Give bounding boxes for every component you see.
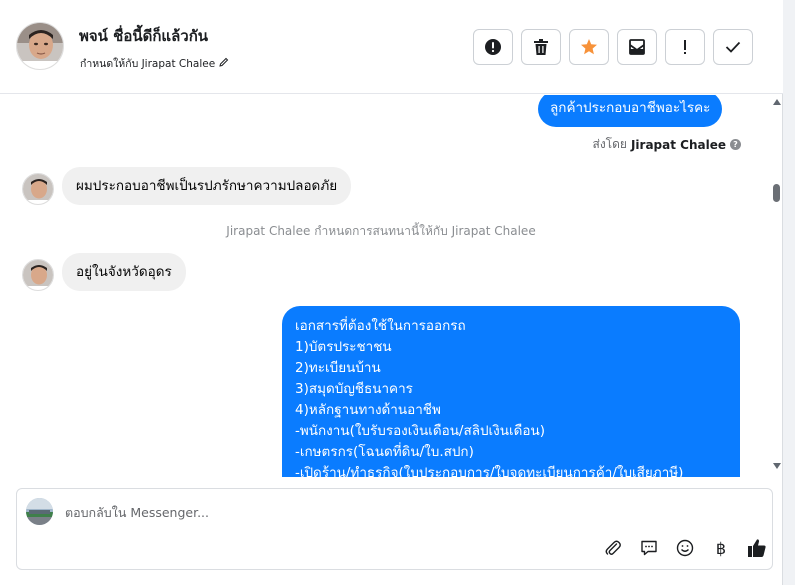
help-icon[interactable]: ? [730,139,741,150]
exclamation-circle-icon [484,38,502,56]
page-avatar [26,498,53,525]
reply-composer: ฿ [16,488,773,570]
sent-by-name: Jirapat Chalee [630,137,726,152]
message-line: -พนักงาน(ใบรับรองเงินเดือน/สลิปเงินเดือน… [295,423,545,439]
conversation-panel: พจน์ ชื่อนี้ดีก็แล้วกัน กำหนดให้กับ Jira… [0,0,783,585]
spam-button[interactable] [473,29,513,65]
saved-reply-icon[interactable] [631,535,667,561]
incoming-message[interactable]: อยู่ในจังหวัดอุดร [62,253,186,291]
contact-name[interactable]: พจน์ ชื่อนี้ดีก็แล้วกัน [79,24,208,48]
payment-icon[interactable]: ฿ [703,535,739,561]
paperclip-icon[interactable] [595,535,631,561]
scroll-up-arrow-icon[interactable] [773,99,781,105]
thumbs-up-icon[interactable] [739,535,775,561]
message-line: -เกษตรกร(โฉนดที่ดิน/ใบ.สปก) [295,444,474,460]
contact-avatar-small [22,259,54,291]
reply-input[interactable] [65,505,565,520]
delete-button[interactable] [521,29,561,65]
follow-up-button[interactable] [665,29,705,65]
message-line: 4)หลักฐานทางด้านอาชีพ [295,402,441,418]
star-icon [580,38,598,56]
assigned-to-text: กำหนดให้กับ Jirapat Chalee [80,58,216,70]
message-line: -เปิดร้าน/ทำธุรกิจ(ใบประกอบการ/ใบจดทะเบี… [295,465,684,477]
pencil-icon[interactable] [219,57,229,70]
incoming-message[interactable]: ผมประกอบอาชีพเป็นรปภรักษาความปลอดภัย [62,167,352,205]
exclamation-icon [682,39,688,55]
sent-by-label: ส่งโดย Jirapat Chalee ? [592,135,741,154]
message-thread[interactable]: ลูกค้าประกอบอาชีพอะไรคะ ส่งโดย Jirapat C… [0,95,769,477]
system-notice: Jirapat Chalee กำหนดการสนทนานี้ให้กับ Ji… [226,224,536,238]
message-line: 2)ทะเบียนบ้าน [295,360,381,376]
sent-by-prefix: ส่งโดย [592,137,627,151]
contact-avatar-small [22,173,54,205]
emoji-icon[interactable] [667,535,703,561]
message-line: เอกสารที่ต้องใช้ในการออกรถ [295,318,466,334]
thread-scrollbar[interactable] [770,95,783,477]
contact-avatar[interactable] [16,22,64,70]
assignment-label[interactable]: กำหนดให้กับ Jirapat Chalee [80,55,229,72]
outgoing-message-documents[interactable]: เอกสารที่ต้องใช้ในการออกรถ 1)บัตรประชาชน… [282,306,740,477]
checkmark-icon [725,40,741,54]
archive-button[interactable] [617,29,657,65]
scroll-down-arrow-icon[interactable] [773,463,781,469]
star-button[interactable] [569,29,609,65]
trash-icon [533,38,549,56]
mark-done-button[interactable] [713,29,753,65]
conversation-toolbar [473,29,753,65]
composer-actions: ฿ [595,535,775,561]
conversation-header: พจน์ ชื่อนี้ดีก็แล้วกัน กำหนดให้กับ Jira… [0,0,783,94]
message-line: 3)สมุดบัญชีธนาคาร [295,381,413,397]
scrollbar-thumb[interactable] [773,184,780,202]
message-line: 1)บัตรประชาชน [295,339,392,355]
archive-icon [628,38,646,56]
outgoing-message[interactable]: ลูกค้าประกอบอาชีพอะไรคะ [538,95,723,127]
